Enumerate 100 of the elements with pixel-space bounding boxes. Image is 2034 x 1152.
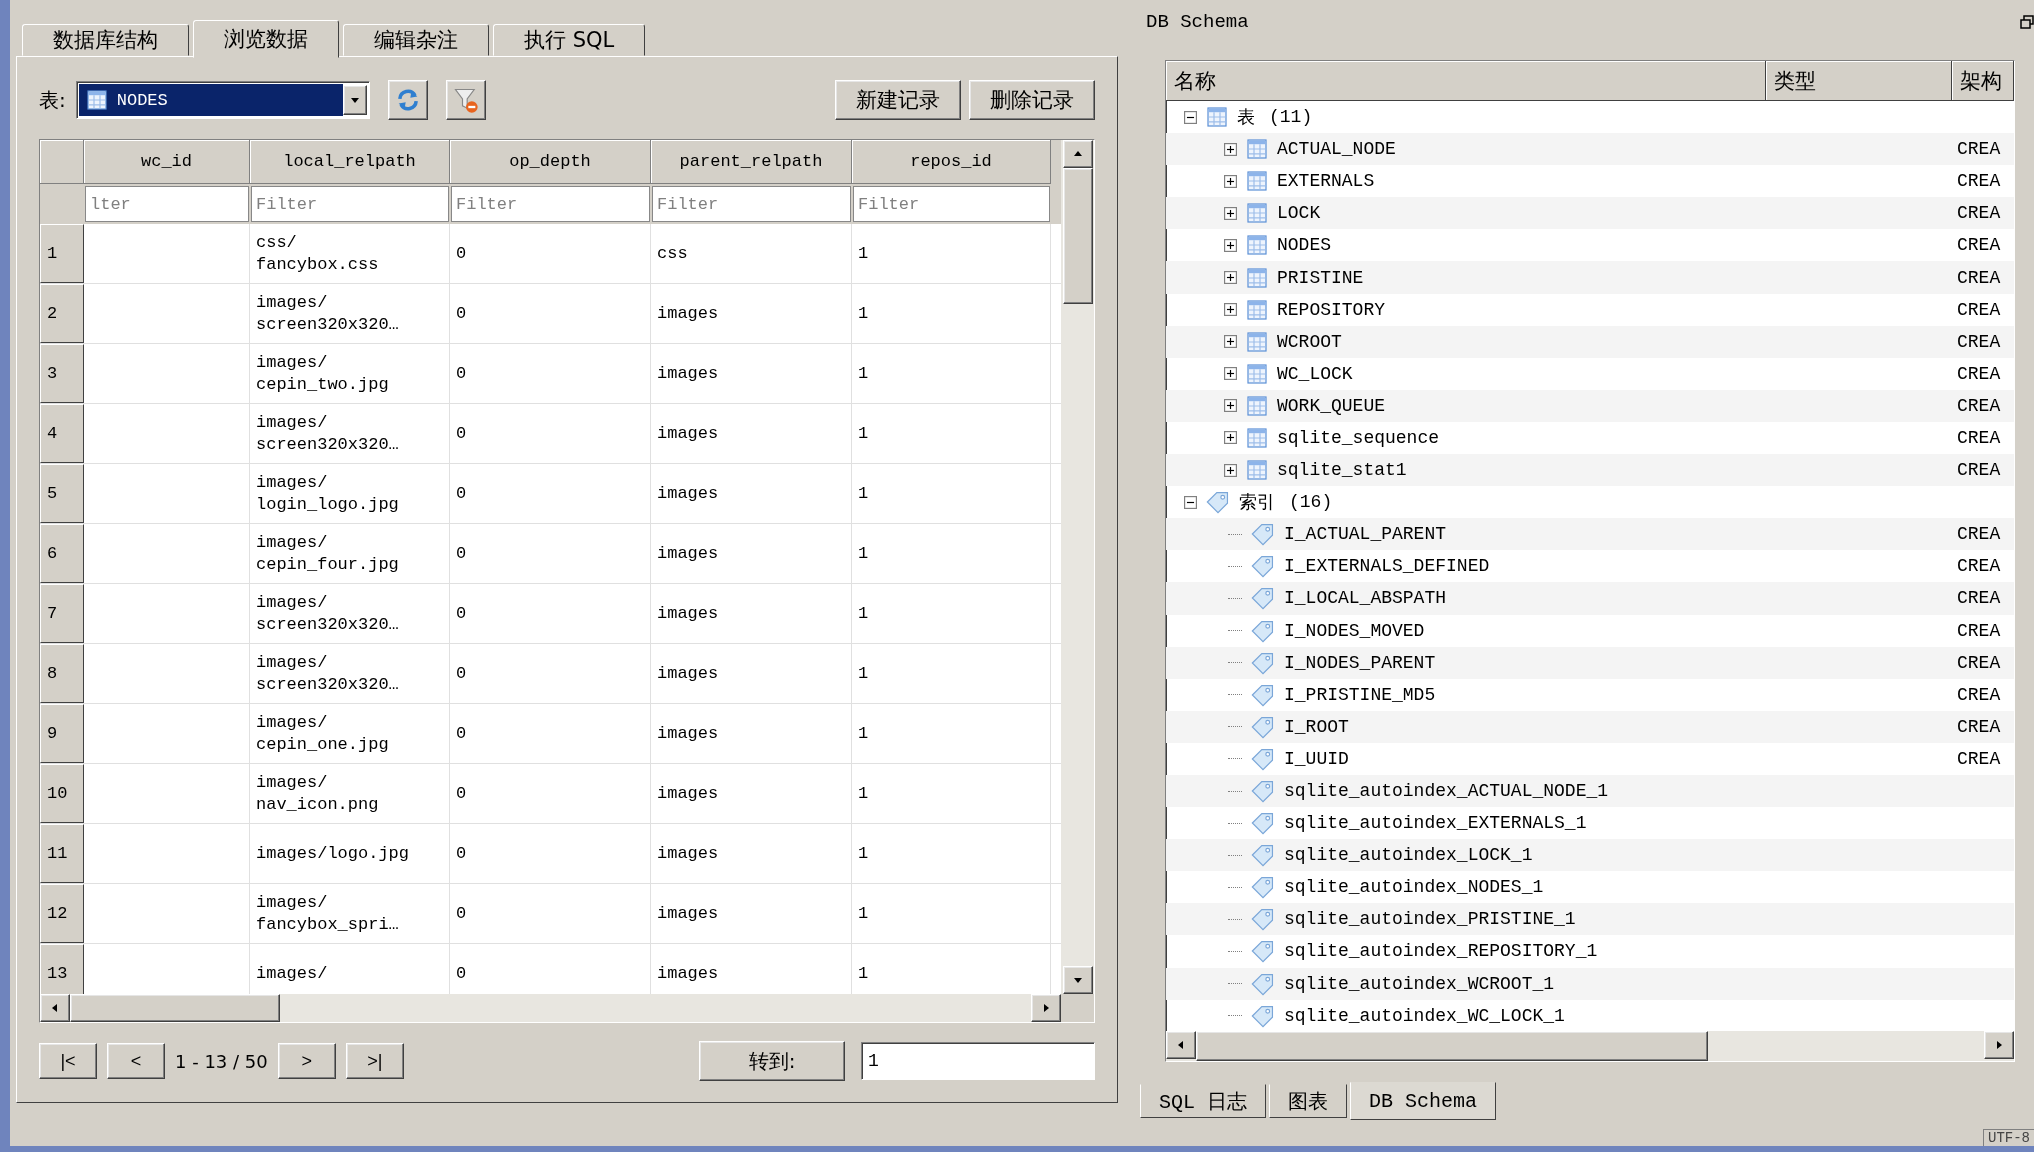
tree-label[interactable]: I_EXTERNALS_DEFINED [1284, 556, 1490, 577]
table-cell: images/ screen320x320… [250, 584, 450, 643]
tab[interactable]: 图表 [1269, 1084, 1347, 1118]
schema-cell-text: CREA [1956, 171, 2002, 192]
schema-cell-text: CREA [1956, 203, 2002, 224]
tree-label[interactable]: WCROOT [1277, 331, 1342, 352]
row-number: 1 [40, 224, 84, 283]
schema-cell-text: CREA [1956, 684, 2002, 705]
table-cell: images [651, 644, 852, 703]
table-dropdown[interactable]: NODES [75, 81, 370, 119]
table-cell: 0 [450, 524, 651, 583]
selected-table: NODES [78, 84, 343, 116]
tree-label[interactable]: 表 [1237, 105, 1255, 130]
row-number: 13 [40, 944, 84, 994]
schema-cell-text: CREA [1956, 139, 2002, 160]
table-cell: 0 [450, 464, 651, 523]
tree-label[interactable]: I_NODES_PARENT [1284, 652, 1436, 673]
tree-label[interactable]: I_NODES_MOVED [1284, 620, 1425, 641]
column-header[interactable]: repos_id [852, 140, 1051, 184]
table-cell: 1 [852, 224, 1051, 283]
tree-label[interactable]: LOCK [1277, 203, 1321, 224]
column-header[interactable]: local_relpath [250, 140, 450, 184]
record-button[interactable]: 删除记录 [969, 80, 1095, 120]
table-cell: images/ screen320x320… [250, 644, 450, 703]
filter-field[interactable]: Filter [853, 186, 1050, 222]
tree-label[interactable]: WC_LOCK [1277, 363, 1353, 384]
first-page-button[interactable]: |< [39, 1043, 97, 1079]
table-cell: images [651, 824, 852, 883]
tree-label[interactable]: sqlite_sequence [1277, 428, 1440, 448]
tree-label[interactable]: EXTERNALS [1277, 171, 1375, 192]
tree-label[interactable]: PRISTINE [1277, 267, 1364, 288]
column-header[interactable]: parent_relpath [651, 140, 852, 184]
schema-cell-text: CREA [1956, 331, 2002, 352]
row-number: 9 [40, 704, 84, 763]
next-page-button[interactable]: > [277, 1043, 336, 1079]
column-header[interactable]: 名称 [1166, 61, 1766, 101]
tree-label[interactable]: sqlite_stat1 [1277, 460, 1407, 481]
table-cell: images [651, 584, 852, 643]
table-cell: 0 [450, 644, 651, 703]
schema-cell-text: CREA [1956, 652, 2002, 673]
row-number: 2 [40, 284, 84, 343]
table-cell: 0 [450, 884, 651, 943]
schema-cell-text: CREA [1956, 716, 2002, 737]
table-cell: 1 [852, 344, 1051, 403]
tree-label[interactable]: 索引 [1239, 490, 1275, 515]
record-button[interactable]: 新建记录 [835, 80, 961, 120]
tree-label[interactable]: sqlite_autoindex_EXTERNALS_1 [1284, 813, 1587, 834]
schema-cell-text: CREA [1956, 299, 2002, 320]
tab[interactable]: 执行 SQL [493, 24, 646, 56]
tree-label[interactable]: NODES [1277, 235, 1331, 256]
table-cell: 1 [852, 824, 1051, 883]
schema-cell-text: CREA [1956, 267, 2002, 288]
schema-cell-text: CREA [1956, 363, 2002, 384]
table-cell: 1 [852, 524, 1051, 583]
tree-label[interactable]: WORK_QUEUE [1277, 395, 1386, 416]
tab[interactable]: SQL 日志 [1140, 1084, 1266, 1118]
previous-page-button[interactable]: < [107, 1043, 165, 1079]
table-cell: 1 [852, 704, 1051, 763]
table-cell: images [651, 284, 852, 343]
tab[interactable]: DB Schema [1350, 1082, 1497, 1120]
table-cell: 1 [852, 464, 1051, 523]
column-header[interactable]: 架构 [1952, 61, 2014, 101]
tree-label[interactable]: ACTUAL_NODE [1277, 139, 1396, 160]
column-header[interactable]: wc_id [84, 140, 250, 184]
table-cell: images [651, 884, 852, 943]
page-range: 1 - 13 / 50 [175, 1050, 268, 1072]
schema-cell-text: CREA [1956, 395, 2002, 416]
tab[interactable]: 浏览数据 [193, 20, 339, 58]
filter-field[interactable]: lter [85, 186, 249, 222]
schema-cell-text: CREA [1956, 620, 2002, 641]
tree-label[interactable]: sqlite_autoindex_WC_LOCK_1 [1284, 1005, 1565, 1026]
table-cell: css [651, 224, 852, 283]
row-number: 7 [40, 584, 84, 643]
goto-button[interactable]: 转到: [699, 1041, 845, 1081]
column-header[interactable]: op_depth [450, 140, 651, 184]
tree-label[interactable]: sqlite_autoindex_REPOSITORY_1 [1284, 941, 1598, 962]
tree-label[interactable]: I_PRISTINE_MD5 [1284, 684, 1436, 705]
tree-label[interactable]: sqlite_autoindex_NODES_1 [1284, 877, 1544, 898]
table-cell: images/ cepin_two.jpg [250, 344, 450, 403]
tab[interactable]: 编辑杂注 [343, 24, 489, 56]
filter-field[interactable]: Filter [251, 186, 449, 222]
schema-cell-text: CREA [1956, 235, 2002, 256]
tree-label[interactable]: I_ROOT [1284, 716, 1349, 737]
tree-label[interactable]: sqlite_autoindex_LOCK_1 [1284, 845, 1533, 866]
table-cell: 0 [450, 284, 651, 343]
last-page-button[interactable]: >| [345, 1043, 404, 1079]
tree-label[interactable]: I_LOCAL_ABSPATH [1284, 588, 1447, 609]
tree-label[interactable]: REPOSITORY [1277, 299, 1386, 320]
filter-field[interactable]: Filter [451, 186, 650, 222]
column-header[interactable]: 类型 [1766, 61, 1952, 101]
filter-field[interactable]: Filter [652, 186, 851, 222]
table-cell: 0 [450, 344, 651, 403]
table-cell: 0 [450, 824, 651, 883]
tree-label[interactable]: I_ACTUAL_PARENT [1284, 524, 1447, 545]
schema-cell-text: CREA [1956, 588, 2002, 609]
table-cell: images/ cepin_one.jpg [250, 704, 450, 763]
tree-label[interactable]: I_UUID [1284, 748, 1349, 769]
table-cell: images/logo.jpg [250, 824, 450, 883]
tab[interactable]: 数据库结构 [22, 24, 189, 56]
goto-field[interactable]: 1 [861, 1042, 1095, 1080]
